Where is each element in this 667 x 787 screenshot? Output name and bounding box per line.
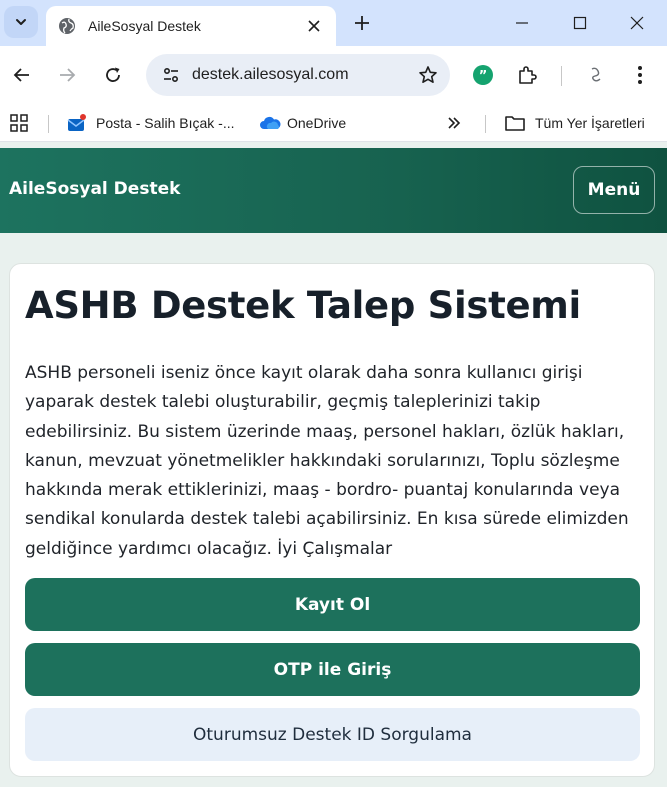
profile-icon[interactable] [583,62,609,88]
mail-icon [67,114,86,131]
url-text[interactable]: destek.ailesosyal.com [192,66,416,84]
tab-search-button[interactable] [4,6,38,38]
guest-support-query-button[interactable]: Oturumsuz Destek ID Sorgulama [25,708,640,761]
apps-grid-icon[interactable] [9,110,29,136]
browser-toolbar: destek.ailesosyal.com ” [0,46,667,104]
site-info-icon[interactable] [158,62,184,88]
all-bookmarks-folder[interactable]: Tüm Yer İşaretleri [504,110,645,136]
grammarly-extension-icon[interactable]: ” [470,62,496,88]
page-title: ASHB Destek Talep Sistemi [25,284,581,327]
back-arrow-icon[interactable] [9,62,35,88]
cloud-icon [260,116,281,129]
bookmarks-bar: Posta - Salih Bıçak -... OneDrive Tüm Ye… [0,104,667,142]
page-description: ASHB personeli iseniz önce kayıt olarak … [25,363,629,559]
bookmark-separator [48,115,49,133]
site-brand[interactable]: AileSosyal Destek [9,179,180,199]
more-options-icon[interactable] [627,62,653,88]
maximize-icon[interactable] [560,8,600,38]
bookmarks-overflow-icon[interactable] [446,110,462,136]
minimize-icon[interactable] [502,8,542,38]
new-tab-icon[interactable] [350,11,374,35]
bookmark-star-icon[interactable] [416,63,440,87]
bookmark-posta[interactable]: Posta - Salih Bıçak -... [66,110,235,136]
close-window-icon[interactable] [617,8,657,38]
chevron-down-icon [16,19,26,25]
tab-title: AileSosyal Destek [88,18,201,34]
main-card: ASHB Destek Talep Sistemi ASHB personeli… [9,263,655,777]
browser-tabstrip: AileSosyal Destek [0,0,667,46]
bookmark-separator [485,115,486,133]
extensions-puzzle-icon[interactable] [514,62,540,88]
register-button[interactable]: Kayıt Ol [25,578,640,631]
forward-arrow-icon[interactable] [54,62,80,88]
address-bar[interactable]: destek.ailesosyal.com [146,54,450,96]
folder-icon [505,116,525,131]
tab-close-icon[interactable] [304,16,324,36]
menu-button[interactable]: Menü [573,166,655,214]
reload-icon[interactable] [100,62,126,88]
browser-tab-active[interactable]: AileSosyal Destek [46,6,336,46]
site-header: AileSosyal Destek Menü [0,148,667,233]
toolbar-separator [561,66,562,86]
globe-icon [58,17,76,35]
otp-login-button[interactable]: OTP ile Giriş [25,643,640,696]
bookmark-onedrive[interactable]: OneDrive [259,110,346,136]
svg-text:”: ” [479,69,488,84]
